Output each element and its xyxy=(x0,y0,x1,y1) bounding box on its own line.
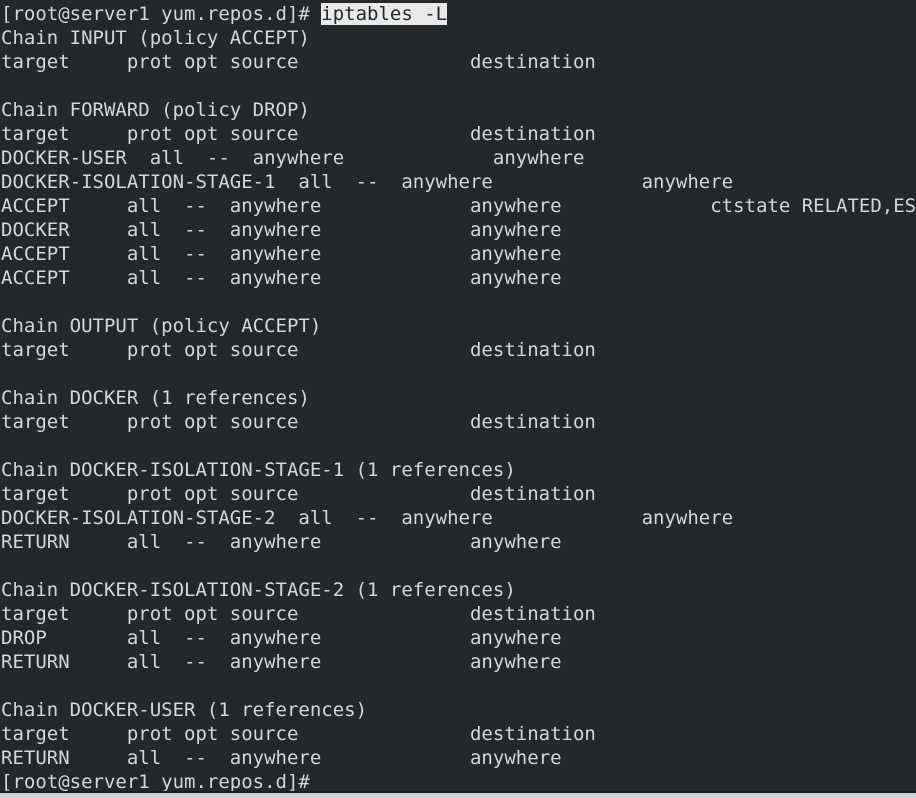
terminal-text: DROP all -- anywhere anywhere xyxy=(1,627,562,649)
terminal-window[interactable]: [root@server1 yum.repos.d]#[root@server1… xyxy=(0,0,916,798)
terminal-line: Chain DOCKER-ISOLATION-STAGE-1 (1 refere… xyxy=(0,458,916,482)
terminal-text: [root@server1 yum.repos.d]# xyxy=(1,3,322,25)
terminal-text: DOCKER-USER all -- anywhere anywhere xyxy=(1,147,585,169)
terminal-line: target prot opt source destination xyxy=(0,410,916,434)
terminal-line: target prot opt source destination xyxy=(0,722,916,746)
terminal-line: Chain OUTPUT (policy ACCEPT) xyxy=(0,314,916,338)
terminal-text: Chain DOCKER (1 references) xyxy=(1,387,310,409)
terminal-line: ACCEPT all -- anywhere anywhere xyxy=(0,266,916,290)
terminal-line: target prot opt source destination xyxy=(0,602,916,626)
window-bottom-edge xyxy=(0,791,916,798)
terminal-text: [root@server1 yum.repos.d]# xyxy=(1,771,310,793)
terminal-line: ACCEPT all -- anywhere anywhere xyxy=(0,242,916,266)
terminal-line: target prot opt source destination xyxy=(0,338,916,362)
terminal-line: DROP all -- anywhere anywhere xyxy=(0,626,916,650)
window-bottom-shadow xyxy=(0,791,916,793)
selected-command-text[interactable]: iptables -L xyxy=(321,3,448,25)
terminal-text: RETURN all -- anywhere anywhere xyxy=(1,651,562,673)
terminal-text: ACCEPT all -- anywhere anywhere xyxy=(1,243,562,265)
terminal-line: Chain DOCKER-USER (1 references) xyxy=(0,698,916,722)
terminal-text: Chain INPUT (policy ACCEPT) xyxy=(1,27,310,49)
terminal-text: [root@server1 yum.repos.d]# xyxy=(1,0,310,1)
terminal-line: ACCEPT all -- anywhere anywhere ctstate … xyxy=(0,194,916,218)
terminal-line: Chain INPUT (policy ACCEPT) xyxy=(0,26,916,50)
terminal-text: ACCEPT all -- anywhere anywhere ctstate … xyxy=(1,195,916,217)
terminal-output-area[interactable]: [root@server1 yum.repos.d]#[root@server1… xyxy=(0,0,916,794)
terminal-line: target prot opt source destination xyxy=(0,482,916,506)
terminal-line: target prot opt source destination xyxy=(0,122,916,146)
terminal-text: DOCKER all -- anywhere anywhere xyxy=(1,219,562,241)
terminal-text: RETURN all -- anywhere anywhere xyxy=(1,747,562,769)
terminal-line: DOCKER-ISOLATION-STAGE-1 all -- anywhere… xyxy=(0,170,916,194)
terminal-line: Chain DOCKER-ISOLATION-STAGE-2 (1 refere… xyxy=(0,578,916,602)
terminal-text: target prot opt source destination xyxy=(1,603,596,625)
terminal-text: target prot opt source destination xyxy=(1,51,596,73)
terminal-text: target prot opt source destination xyxy=(1,411,596,433)
terminal-text: target prot opt source destination xyxy=(1,339,596,361)
terminal-text: target prot opt source destination xyxy=(1,483,596,505)
terminal-text: DOCKER-ISOLATION-STAGE-2 all -- anywhere… xyxy=(1,507,734,529)
terminal-text: Chain DOCKER-ISOLATION-STAGE-1 (1 refere… xyxy=(1,459,516,481)
terminal-text: DOCKER-ISOLATION-STAGE-1 all -- anywhere… xyxy=(1,171,734,193)
terminal-line: DOCKER-USER all -- anywhere anywhere xyxy=(0,146,916,170)
terminal-text: target prot opt source destination xyxy=(1,723,596,745)
terminal-text: Chain OUTPUT (policy ACCEPT) xyxy=(1,315,322,337)
terminal-line: target prot opt source destination xyxy=(0,50,916,74)
terminal-line: RETURN all -- anywhere anywhere xyxy=(0,650,916,674)
terminal-text: ACCEPT all -- anywhere anywhere xyxy=(1,267,562,289)
terminal-line: DOCKER all -- anywhere anywhere xyxy=(0,218,916,242)
terminal-line: [root@server1 yum.repos.d]# iptables -L xyxy=(0,2,916,26)
terminal-text: Chain DOCKER-USER (1 references) xyxy=(1,699,368,721)
terminal-line: DOCKER-ISOLATION-STAGE-2 all -- anywhere… xyxy=(0,506,916,530)
terminal-line: RETURN all -- anywhere anywhere xyxy=(0,746,916,770)
terminal-line: Chain FORWARD (policy DROP) xyxy=(0,98,916,122)
terminal-text: RETURN all -- anywhere anywhere xyxy=(1,531,562,553)
terminal-text: target prot opt source destination xyxy=(1,123,596,145)
terminal-text: Chain FORWARD (policy DROP) xyxy=(1,99,310,121)
terminal-line: Chain DOCKER (1 references) xyxy=(0,386,916,410)
terminal-line: RETURN all -- anywhere anywhere xyxy=(0,530,916,554)
terminal-text: Chain DOCKER-ISOLATION-STAGE-2 (1 refere… xyxy=(1,579,516,601)
